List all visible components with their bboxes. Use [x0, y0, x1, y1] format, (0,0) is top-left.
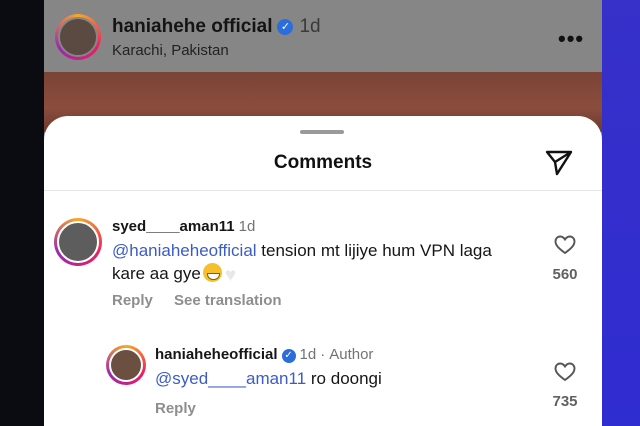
comment-text-line1: tension mt lijiye hum VPN laga: [256, 241, 492, 260]
like-count: 560: [552, 266, 578, 283]
more-horizontal-icon[interactable]: •••: [558, 26, 584, 52]
reply-time: 1d: [299, 346, 317, 363]
header-divider: [44, 190, 602, 191]
mention-link[interactable]: @syed____aman11: [155, 369, 306, 388]
paper-plane-icon[interactable]: [544, 149, 574, 177]
post-time: 1d: [299, 16, 321, 37]
reply-button[interactable]: Reply: [155, 400, 196, 417]
right-background: [602, 0, 640, 426]
comment-username-text[interactable]: syed____aman11: [112, 218, 235, 235]
reply-text-body: ro doongi: [306, 369, 382, 388]
post-location[interactable]: Karachi, Pakistan: [112, 42, 229, 59]
avatar[interactable]: [106, 345, 146, 385]
comments-sheet: Comments syed____aman11 1d @haniaheheoffi…: [44, 116, 602, 426]
like-count: 735: [552, 393, 578, 410]
heart-icon[interactable]: [554, 362, 576, 382]
heart-icon[interactable]: [554, 235, 576, 255]
verified-icon: ✓: [277, 19, 294, 35]
post-header: haniahehe official ✓ 1d Karachi, Pakistan …: [44, 0, 602, 72]
post-avatar[interactable]: [55, 14, 101, 60]
reply-text: @syed____aman11 ro doongi: [155, 367, 382, 390]
dot-separator: ·: [320, 346, 326, 363]
see-translation-button[interactable]: See translation: [174, 292, 282, 309]
comment-text-line2: kare aa gye: [112, 264, 201, 283]
grin-emoji-icon: [202, 263, 222, 282]
post-username-text[interactable]: haniahehe official: [112, 16, 272, 37]
avatar[interactable]: [54, 218, 102, 266]
reply-username-text[interactable]: haniaheheofficial: [155, 346, 278, 363]
drag-handle[interactable]: [300, 130, 344, 134]
comment-username[interactable]: syed____aman11 1d: [112, 218, 255, 235]
comment-text: @haniaheheofficial tension mt lijiye hum…: [112, 239, 532, 287]
phone-screen: haniahehe official ✓ 1d Karachi, Pakistan …: [44, 0, 602, 426]
sheet-title: Comments: [273, 152, 373, 173]
mention-link[interactable]: @haniaheheofficial: [112, 241, 257, 260]
verified-icon: ✓: [281, 349, 296, 363]
post-username[interactable]: haniahehe official ✓ 1d: [112, 16, 321, 38]
reply-button[interactable]: Reply: [112, 292, 153, 309]
reply-username[interactable]: haniaheheofficial ✓ 1d · Author: [155, 346, 373, 363]
author-label: Author: [329, 346, 374, 363]
white-heart-emoji-icon: ♥: [224, 265, 237, 286]
comment-time: 1d: [238, 218, 256, 235]
left-background: [0, 0, 44, 426]
